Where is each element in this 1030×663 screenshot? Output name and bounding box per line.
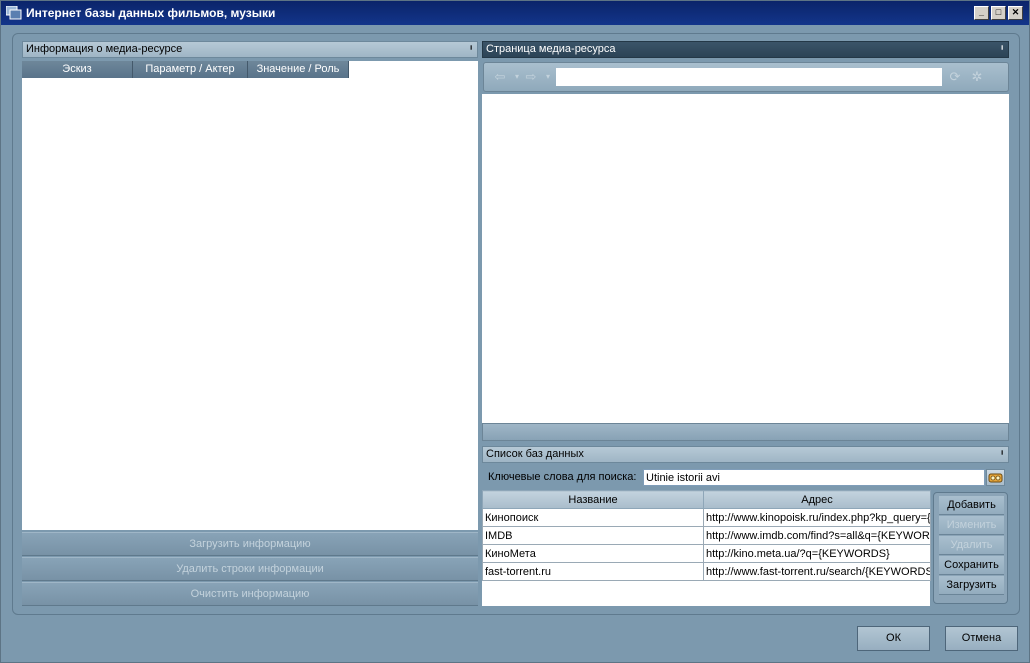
add-db-button[interactable]: Добавить: [939, 496, 1004, 515]
media-info-panel-title: Информация о медиа-ресурсе: [26, 43, 183, 55]
pin-icon[interactable]: ᑊ: [1001, 448, 1003, 463]
refresh-icon[interactable]: ⟳: [948, 70, 962, 84]
db-list-panel-header: Список баз данных ᑊ: [482, 446, 1009, 463]
load-info-button[interactable]: Загрузить информацию: [22, 532, 478, 556]
table-row[interactable]: Кинопоиск http://www.kinopoisk.ru/index.…: [482, 508, 931, 527]
save-db-button[interactable]: Сохранить: [939, 556, 1004, 575]
table-row[interactable]: fast-torrent.ru http://www.fast-torrent.…: [482, 562, 931, 581]
pin-icon[interactable]: ᑊ: [1001, 43, 1003, 58]
db-name-cell[interactable]: fast-torrent.ru: [482, 562, 704, 581]
forward-arrow-icon[interactable]: ⇨: [524, 70, 538, 84]
column-header-name[interactable]: Название: [482, 490, 704, 509]
column-header-sketch[interactable]: Эскиз: [22, 61, 133, 78]
delete-db-button[interactable]: Удалить: [939, 536, 1004, 555]
media-page-panel-header: Страница медиа-ресурса ᑊ: [482, 41, 1009, 58]
clear-info-button[interactable]: Очистить информацию: [22, 582, 478, 606]
forward-dropdown-icon[interactable]: ▾: [541, 70, 555, 84]
db-table: Название Адрес Кинопоиск http://www.kino…: [482, 490, 931, 581]
window-title: Интернет базы данных фильмов, музыки: [26, 6, 276, 20]
dialog-window: Интернет базы данных фильмов, музыки _ □…: [0, 0, 1030, 663]
edit-db-button[interactable]: Изменить: [939, 516, 1004, 535]
table-row[interactable]: КиноМета http://kino.meta.ua/?q={KEYWORD…: [482, 544, 931, 563]
minimize-button[interactable]: _: [974, 6, 989, 20]
browser-nav-bar: ⇦ ▾ ⇨ ▾ ⟳ ✲: [483, 62, 1009, 92]
load-db-button[interactable]: Загрузить: [939, 576, 1004, 595]
browser-view[interactable]: [482, 94, 1009, 423]
search-keywords-input[interactable]: [643, 469, 985, 486]
db-url-cell[interactable]: http://www.fast-torrent.ru/search/{KEYWO…: [703, 562, 931, 581]
maximize-button[interactable]: □: [991, 6, 1006, 20]
binoculars-icon: [988, 473, 1003, 483]
media-info-grid[interactable]: Эскиз Параметр / Актер Значение / Роль: [22, 61, 478, 530]
db-url-cell[interactable]: http://kino.meta.ua/?q={KEYWORDS}: [703, 544, 931, 563]
back-dropdown-icon[interactable]: ▾: [510, 70, 524, 84]
column-header-value[interactable]: Значение / Роль: [248, 61, 349, 78]
title-bar[interactable]: Интернет базы данных фильмов, музыки _ □…: [1, 1, 1029, 25]
media-page-panel-title: Страница медиа-ресурса: [486, 43, 616, 55]
db-name-cell[interactable]: КиноМета: [482, 544, 704, 563]
browser-status-bar: [482, 423, 1009, 441]
db-actions-box: Добавить Изменить Удалить Сохранить Загр…: [933, 492, 1008, 604]
close-button[interactable]: ✕: [1008, 6, 1023, 20]
cancel-button[interactable]: Отмена: [945, 626, 1018, 651]
settings-gear-icon[interactable]: ✲: [970, 70, 984, 84]
app-window-icon: [6, 6, 22, 20]
db-url-cell[interactable]: http://www.kinopoisk.ru/index.php?kp_que…: [703, 508, 931, 527]
db-name-cell[interactable]: Кинопоиск: [482, 508, 704, 527]
search-keywords-label: Ключевые слова для поиска:: [488, 471, 637, 483]
pin-icon[interactable]: ᑊ: [470, 43, 472, 58]
delete-info-rows-button[interactable]: Удалить строки информации: [22, 557, 478, 581]
db-list-panel-title: Список баз данных: [486, 448, 584, 460]
table-row[interactable]: IMDB http://www.imdb.com/find?s=all&q={K…: [482, 526, 931, 545]
column-header-address[interactable]: Адрес: [703, 490, 931, 509]
column-header-parameter[interactable]: Параметр / Актер: [133, 61, 248, 78]
search-go-button[interactable]: [986, 469, 1005, 486]
ok-button[interactable]: ОК: [857, 626, 930, 651]
media-info-panel-header: Информация о медиа-ресурсе ᑊ: [22, 41, 478, 58]
url-input[interactable]: [556, 68, 942, 86]
db-name-cell[interactable]: IMDB: [482, 526, 704, 545]
back-arrow-icon[interactable]: ⇦: [493, 70, 507, 84]
db-url-cell[interactable]: http://www.imdb.com/find?s=all&q={KEYWOR…: [703, 526, 931, 545]
